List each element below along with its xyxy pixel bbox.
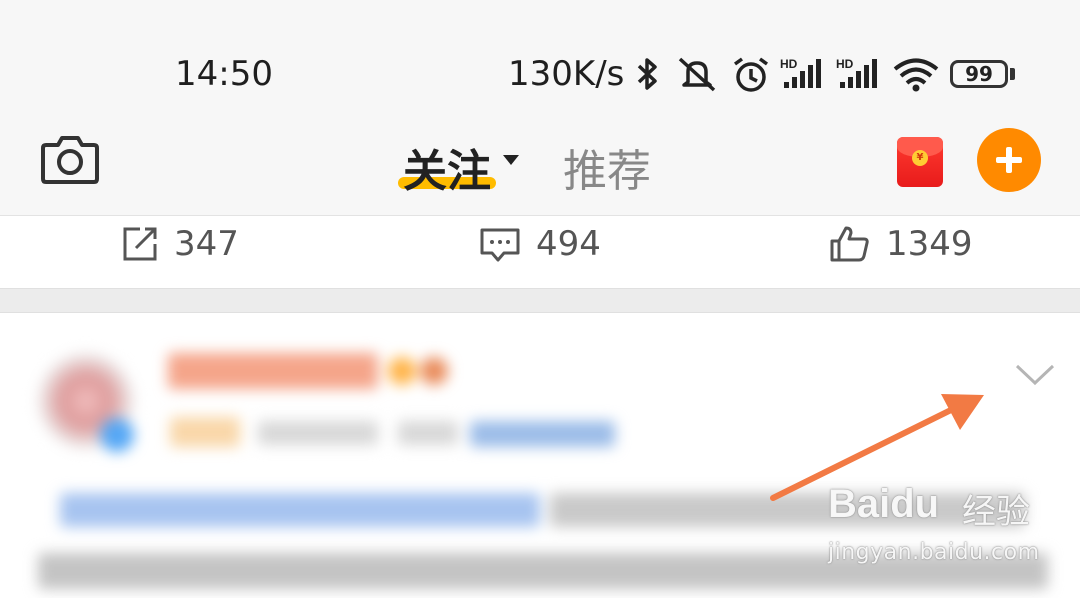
comment-icon	[480, 228, 520, 262]
bluetooth-icon	[637, 58, 657, 90]
mute-icon	[678, 57, 716, 92]
repost-count: 347	[174, 224, 239, 264]
watermark-product: 经验	[962, 492, 1030, 532]
post-source-blurred	[398, 421, 458, 445]
battery-cap	[1010, 68, 1015, 80]
like-count: 1349	[886, 224, 973, 264]
username-blurred[interactable]	[168, 353, 378, 389]
post-hashtag-blurred[interactable]	[60, 493, 540, 527]
signal-hd-2-icon: HD	[836, 57, 877, 88]
alarm-icon	[733, 57, 769, 92]
like-button[interactable]: 1349	[828, 224, 973, 264]
post-time-blurred	[258, 421, 378, 445]
red-packet-icon[interactable]: ¥	[897, 137, 943, 187]
network-speed: 130K/s	[508, 54, 625, 94]
red-packet-coin: ¥	[912, 150, 928, 166]
wifi-icon	[893, 58, 939, 92]
comment-count: 494	[536, 224, 601, 264]
svg-text:HD: HD	[780, 57, 798, 71]
signal-hd-1-icon: HD	[780, 57, 821, 88]
baidu-jingyan-watermark: Baidu 经验 jingyan.baidu.com	[828, 478, 1058, 578]
top-navigation: 关注 推荐 ¥	[0, 125, 1080, 215]
tab-follow[interactable]: 关注	[403, 135, 491, 199]
repost-button[interactable]: 347	[120, 224, 239, 264]
user-badge-icon	[420, 357, 448, 385]
battery-level: 99	[965, 62, 993, 86]
chevron-down-icon[interactable]	[503, 155, 519, 165]
status-bar: 14:50 130K/s HD HD 99	[0, 0, 1080, 125]
status-time: 14:50	[175, 54, 273, 94]
add-post-button[interactable]	[977, 128, 1041, 192]
tab-recommend[interactable]: 推荐	[563, 135, 651, 199]
feed-separator	[0, 288, 1080, 313]
post-action-bar: 347 494 1349	[0, 216, 1080, 288]
comment-button[interactable]: 494	[478, 224, 601, 264]
like-icon	[830, 226, 869, 262]
watermark-url: jingyan.baidu.com	[828, 540, 1040, 565]
post-tag-blurred	[170, 417, 240, 447]
battery-icon: 99	[950, 60, 1008, 88]
post-source-link-blurred[interactable]	[470, 421, 615, 447]
tab-follow-label: 关注	[403, 146, 491, 197]
svg-text:HD: HD	[836, 57, 854, 71]
camera-icon[interactable]	[40, 133, 100, 185]
user-badge-icon	[388, 357, 416, 385]
watermark-brand: Baidu	[828, 482, 940, 526]
verified-badge-icon	[100, 418, 134, 452]
post-menu-chevron-icon[interactable]	[1015, 363, 1055, 387]
repost-icon	[123, 227, 157, 261]
